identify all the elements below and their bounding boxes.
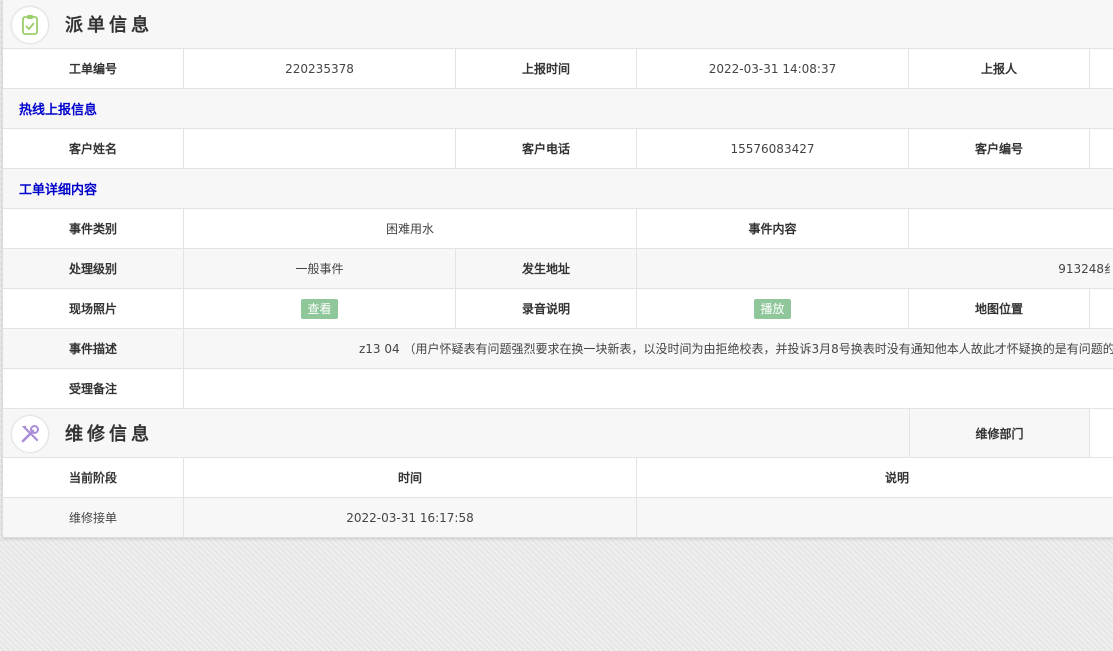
customer-name-value bbox=[184, 129, 456, 168]
tools-icon bbox=[11, 415, 49, 453]
event-type-value: 困难用水 bbox=[184, 209, 637, 248]
hotline-title: 热线上报信息 bbox=[19, 103, 98, 118]
event-content-value bbox=[909, 209, 1113, 248]
detail-subheader: 工单详细内容 bbox=[3, 169, 1113, 209]
repair-dept-label: 维修部门 bbox=[909, 409, 1090, 457]
address-label: 发生地址 bbox=[456, 249, 637, 288]
report-time-value: 2022-03-31 14:08:37 bbox=[637, 49, 909, 88]
customer-no-value bbox=[1090, 129, 1113, 168]
col-note-header: 说明 bbox=[885, 471, 910, 485]
photo-label: 现场照片 bbox=[3, 289, 184, 328]
detail-title: 工单详细内容 bbox=[19, 183, 98, 198]
desc-label: 事件描述 bbox=[3, 329, 184, 368]
dispatch-title: 派单信息 bbox=[65, 15, 153, 36]
repair-stage-cell: 维修接单 bbox=[3, 498, 184, 537]
ticket-no-label: 工单编号 bbox=[3, 49, 184, 88]
ticket-info-row: 工单编号 220235378 上报时间 2022-03-31 14:08:37 … bbox=[3, 49, 1113, 89]
remark-row: 受理备注 bbox=[3, 369, 1113, 409]
dispatch-header: 派单信息 bbox=[3, 0, 1113, 49]
photo-cell: 查看 bbox=[184, 289, 456, 328]
event-content-label: 事件内容 bbox=[637, 209, 909, 248]
clipboard-check-icon bbox=[11, 6, 49, 44]
hotline-subheader: 热线上报信息 bbox=[3, 89, 1113, 129]
customer-info-row: 客户姓名 客户电话 15576083427 客户编号 bbox=[3, 129, 1113, 169]
desc-value: z13 04 （用户怀疑表有问题强烈要求在换一块新表，以没时间为由拒绝校表，并投… bbox=[359, 342, 1113, 356]
customer-phone-value: 15576083427 bbox=[637, 129, 909, 168]
level-label: 处理级别 bbox=[3, 249, 184, 288]
table-row: 维修接单 2022-03-31 16:17:58 bbox=[3, 498, 1113, 537]
play-audio-button[interactable]: 播放 bbox=[754, 298, 791, 319]
customer-name-label: 客户姓名 bbox=[3, 129, 184, 168]
customer-no-label: 客户编号 bbox=[909, 129, 1090, 168]
reporter-label: 上报人 bbox=[909, 49, 1090, 88]
repair-title: 维修信息 bbox=[65, 424, 153, 445]
level-address-row: 处理级别 一般事件 发生地址 913248纟 bbox=[3, 249, 1113, 289]
report-time-label: 上报时间 bbox=[456, 49, 637, 88]
repair-header: 维修信息 维修部门 bbox=[3, 409, 1113, 458]
event-type-label: 事件类别 bbox=[3, 209, 184, 248]
remark-value bbox=[184, 369, 1113, 408]
map-value bbox=[1090, 289, 1113, 328]
address-value: 913248纟 bbox=[1058, 262, 1113, 276]
audio-cell: 播放 bbox=[637, 289, 909, 328]
audio-label: 录音说明 bbox=[456, 289, 637, 328]
description-row: 事件描述 z13 04 （用户怀疑表有问题强烈要求在换一块新表，以没时间为由拒绝… bbox=[3, 329, 1113, 369]
media-row: 现场照片 查看 录音说明 播放 地图位置 bbox=[3, 289, 1113, 329]
ticket-no-value: 220235378 bbox=[184, 49, 456, 88]
work-order-panel: 派单信息 工单编号 220235378 上报时间 2022-03-31 14:0… bbox=[2, 0, 1113, 538]
repair-note-cell bbox=[637, 498, 1113, 537]
remark-label: 受理备注 bbox=[3, 369, 184, 408]
level-value: 一般事件 bbox=[184, 249, 456, 288]
view-photo-button[interactable]: 查看 bbox=[301, 298, 338, 319]
repair-table-header: 当前阶段 时间 说明 bbox=[3, 458, 1113, 498]
customer-phone-label: 客户电话 bbox=[456, 129, 637, 168]
reporter-value bbox=[1090, 49, 1113, 88]
col-time-header: 时间 bbox=[184, 458, 637, 497]
repair-time-cell: 2022-03-31 16:17:58 bbox=[184, 498, 637, 537]
col-stage-header: 当前阶段 bbox=[3, 458, 184, 497]
event-row: 事件类别 困难用水 事件内容 bbox=[3, 209, 1113, 249]
repair-dept-value bbox=[1090, 409, 1113, 457]
map-label: 地图位置 bbox=[909, 289, 1090, 328]
